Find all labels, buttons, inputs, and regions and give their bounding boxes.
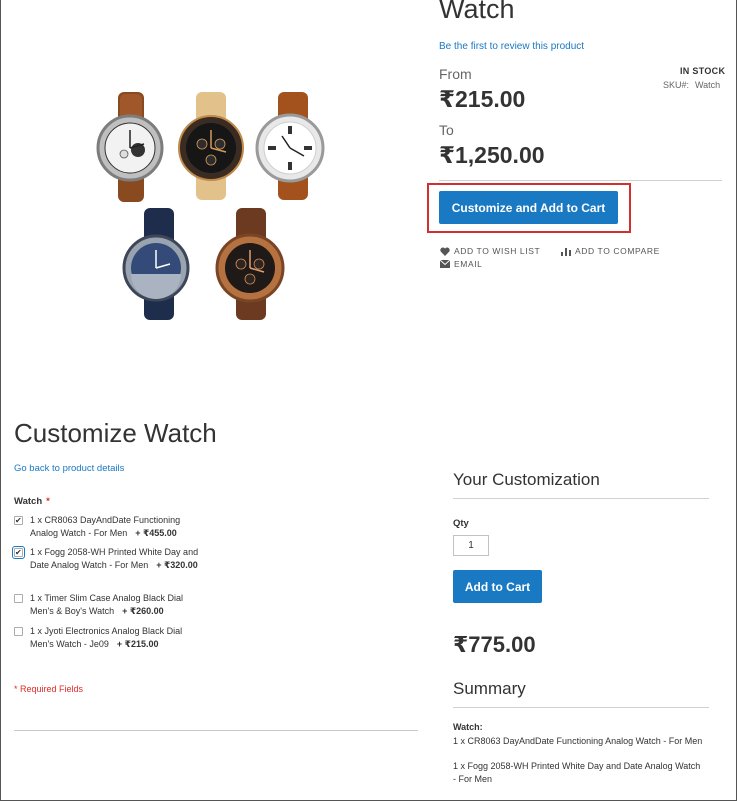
compare-label: ADD TO COMPARE [575,246,660,256]
watch-image-5 [215,208,285,320]
price-from-label: From [439,66,472,82]
envelope-icon [440,260,450,268]
option-text: 1 x CR8063 DayAndDate Functioning Analog… [30,514,204,540]
divider [14,730,418,731]
option-price: + ₹320.00 [156,560,198,570]
add-to-compare-link[interactable]: ADD TO COMPARE [561,246,660,256]
product-image[interactable] [90,88,336,324]
watch-image-4 [122,208,190,320]
add-to-wishlist-link[interactable]: ADD TO WISH LIST [440,246,540,256]
sku-label: SKU#: [663,80,690,90]
option-item[interactable]: 1 x Fogg 2058-WH Printed White Day and D… [12,546,204,572]
qty-label: Qty [453,518,469,529]
email-link[interactable]: EMAIL [440,259,483,269]
option-checkbox[interactable] [14,627,23,636]
watch-image-2 [178,92,244,200]
option-price: + ₹260.00 [122,606,164,616]
sku-value: Watch [695,80,721,90]
required-fields-note: * Required Fields [14,684,84,694]
option-checkbox[interactable] [12,546,25,559]
option-item[interactable]: 1 x Timer Slim Case Analog Black Dial Me… [14,592,204,618]
summary-item: 1 x CR8063 DayAndDate Functioning Analog… [453,736,703,746]
summary-item: 1 x Fogg 2058-WH Printed White Day and D… [453,761,701,784]
option-checkbox[interactable] [14,594,23,603]
qty-input[interactable] [453,535,489,556]
customize-title: Customize Watch [14,418,217,448]
price-to: ₹1,250.00 [439,142,545,168]
customize-add-to-cart-button[interactable]: Customize and Add to Cart [439,191,618,224]
sku: SKU#: Watch [663,80,720,90]
add-to-cart-button[interactable]: Add to Cart [453,570,542,603]
divider [453,707,709,708]
email-label: EMAIL [454,259,483,269]
divider [439,180,722,181]
summary-label: Watch: [453,722,483,732]
price-from: ₹215.00 [439,86,526,112]
wishlist-label: ADD TO WISH LIST [454,246,541,256]
total-price: ₹775.00 [453,632,536,657]
option-name: 1 x Jyoti Electronics Analog Black Dial … [30,626,183,649]
stock-status: IN STOCK [680,66,726,76]
option-label-text: Watch [14,496,43,507]
option-text: 1 x Fogg 2058-WH Printed White Day and D… [30,546,204,572]
option-price: + ₹455.00 [135,528,177,538]
back-to-product-link[interactable]: Go back to product details [14,463,124,474]
divider [453,498,709,499]
bar-chart-icon [561,247,571,256]
summary-title: Summary [453,679,526,698]
price-to-label: To [439,122,454,138]
review-link[interactable]: Be the first to review this product [439,41,584,52]
option-label: Watch * [14,496,50,507]
option-item[interactable]: 1 x CR8063 DayAndDate Functioning Analog… [14,514,204,540]
heart-icon [440,247,450,256]
option-item[interactable]: 1 x Jyoti Electronics Analog Black Dial … [14,625,204,651]
option-checkbox[interactable] [14,514,23,527]
option-price: + ₹215.00 [116,639,159,649]
required-mark: * [46,496,50,507]
watch-image-1 [96,92,164,202]
option-text: 1 x Timer Slim Case Analog Black Dial Me… [30,592,204,618]
option-text: 1 x Jyoti Electronics Analog Black Dial … [30,625,204,651]
product-title: Watch [439,0,515,24]
watch-image-3 [255,92,325,200]
your-customization-title: Your Customization [453,470,600,489]
